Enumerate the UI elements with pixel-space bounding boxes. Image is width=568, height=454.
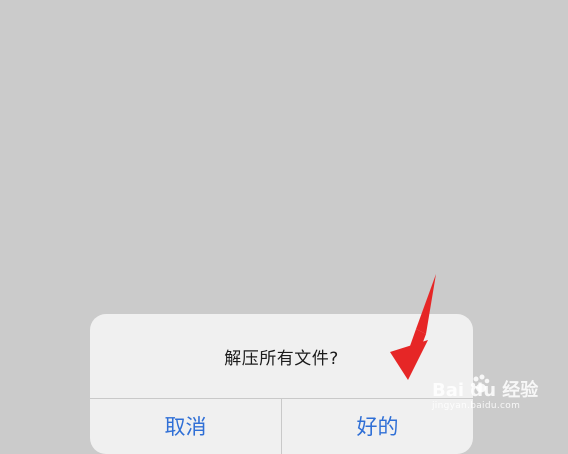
red-arrow-icon: [390, 274, 436, 380]
screen-background: 解压所有文件? 取消 好的 Bai du 经验 jingyan.baidu.co…: [0, 0, 568, 454]
baidu-watermark: Bai du 经验 jingyan.baidu.com: [432, 372, 552, 418]
watermark-url: jingyan.baidu.com: [432, 401, 521, 411]
cancel-button[interactable]: 取消: [90, 399, 281, 454]
watermark-text: Bai du 经验: [432, 380, 539, 401]
